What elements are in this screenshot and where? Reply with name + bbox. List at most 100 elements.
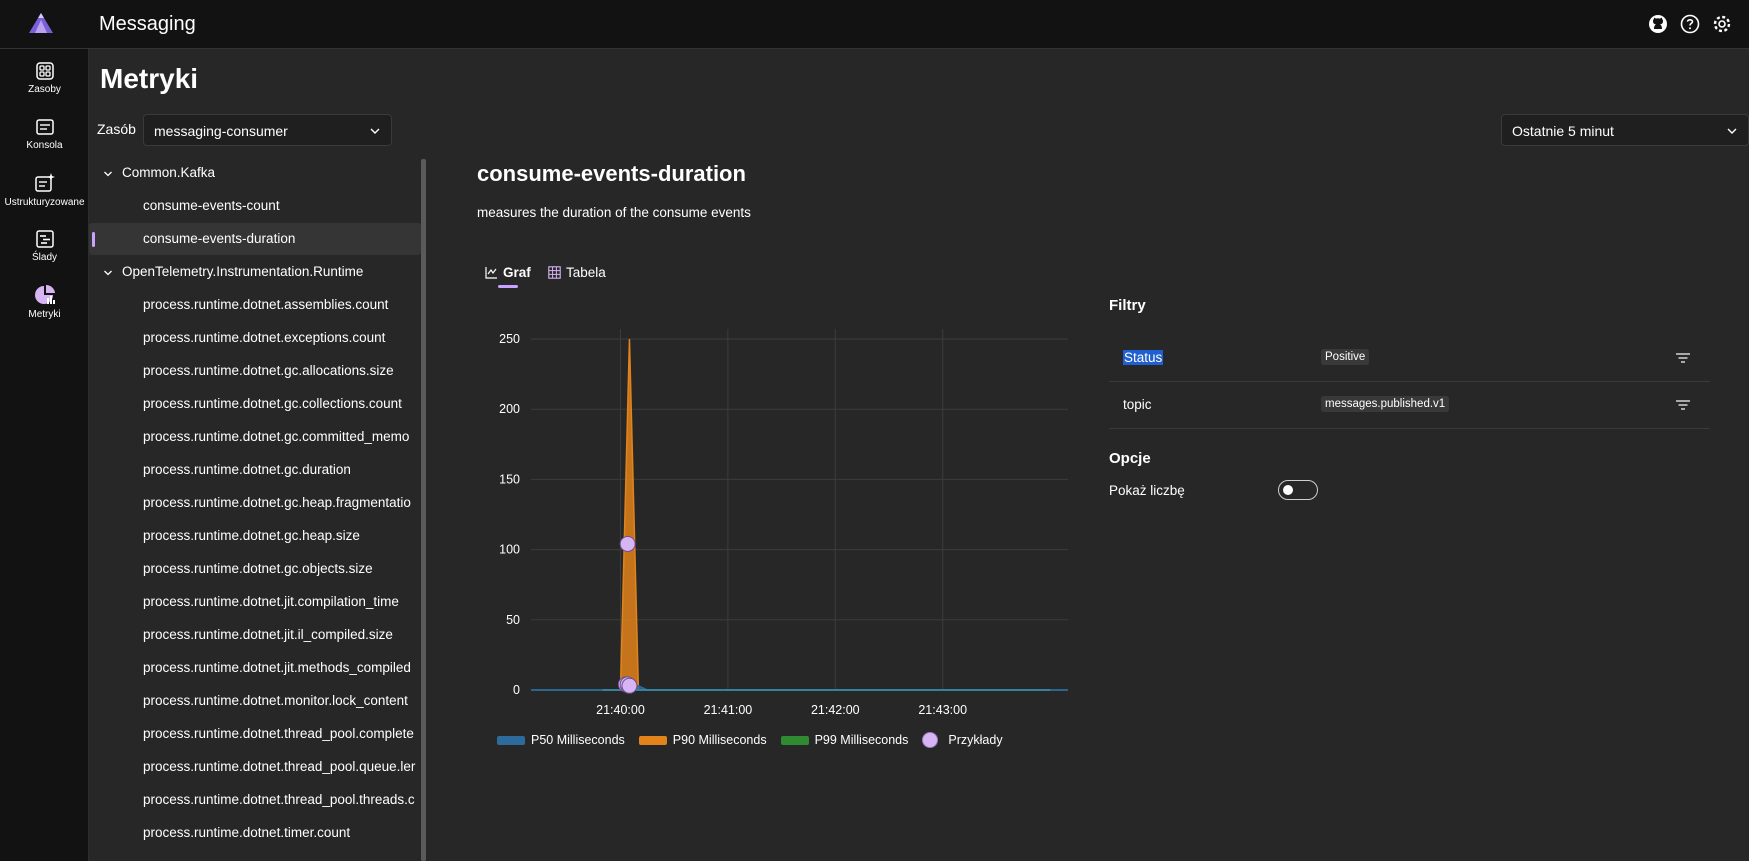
tree-item[interactable]: process.runtime.dotnet.gc.committed_memo <box>89 421 421 453</box>
tree-group-common-kafka[interactable]: Common.Kafka <box>89 157 421 189</box>
tree-item[interactable]: process.runtime.dotnet.monitor.lock_cont… <box>89 685 421 717</box>
filter-icon[interactable] <box>1676 351 1690 369</box>
tree-item[interactable]: process.runtime.dotnet.gc.objects.size <box>89 553 421 585</box>
nav-item-resources[interactable]: Zasoby <box>0 61 89 95</box>
metric-chart[interactable]: 0 50 100 150 200 250 21:40:00 21:41:00 21:42:00 2… <box>444 311 1104 731</box>
tree-item[interactable]: process.runtime.dotnet.gc.allocations.si… <box>89 355 421 387</box>
tab-table[interactable]: Tabela <box>548 265 606 280</box>
tree-item[interactable]: process.runtime.dotnet.timer.count <box>89 817 421 849</box>
console-icon <box>35 119 54 135</box>
settings-icon[interactable] <box>1711 13 1733 35</box>
nav-label: Zasoby <box>28 84 61 95</box>
options-title: Opcje <box>1109 450 1151 467</box>
filter-row[interactable]: topic messages.published.v1 <box>1109 382 1710 429</box>
nav-item-console[interactable]: Konsola <box>0 117 89 151</box>
github-icon[interactable] <box>1647 13 1669 35</box>
resources-icon <box>35 62 54 80</box>
series-area-p50 <box>602 683 1051 691</box>
chevron-down-icon <box>103 167 113 182</box>
filter-icon[interactable] <box>1676 398 1690 416</box>
tree-item-label: process.runtime.dotnet.thread_pool.queue… <box>143 759 416 774</box>
series-area-p90 <box>602 338 1051 691</box>
y-tick-label: 250 <box>499 332 520 346</box>
filters-title: Filtry <box>1109 297 1146 314</box>
top-bar: Messaging <box>0 0 1749 49</box>
help-icon[interactable] <box>1679 13 1701 35</box>
tree-item-label: process.runtime.dotnet.gc.objects.size <box>143 561 373 576</box>
y-tick-label: 200 <box>499 402 520 416</box>
x-tick-label: 21:40:00 <box>596 703 645 717</box>
tree-scrollbar[interactable] <box>421 159 426 861</box>
tree-item-label: process.runtime.dotnet.jit.il_compiled.s… <box>143 627 393 642</box>
chart-icon <box>485 267 497 279</box>
y-tick-label: 150 <box>499 472 520 486</box>
legend-label: P99 Milliseconds <box>814 733 909 747</box>
tab-graph[interactable]: Graf <box>485 265 531 280</box>
metrics-icon <box>34 284 55 304</box>
legend-label: P50 Milliseconds <box>531 733 625 747</box>
tree-item-label: process.runtime.dotnet.gc.committed_memo <box>143 429 410 444</box>
main-content: Metryki Zasób messaging-consumer Ostatni… <box>89 49 1749 861</box>
tree-item-label: process.runtime.dotnet.exceptions.count <box>143 330 386 345</box>
resource-select[interactable]: messaging-consumer <box>143 114 392 146</box>
filter-value: Positive <box>1321 349 1370 365</box>
traces-icon <box>35 230 54 248</box>
tree-item[interactable]: process.runtime.dotnet.thread_pool.queue… <box>89 751 421 783</box>
tree-item[interactable]: process.runtime.dotnet.thread_pool.compl… <box>89 718 421 750</box>
tree-item[interactable]: process.runtime.dotnet.exceptions.count <box>89 322 421 354</box>
show-count-toggle[interactable] <box>1278 480 1318 500</box>
show-count-label: Pokaż liczbę <box>1109 483 1185 498</box>
time-range-select[interactable]: Ostatnie 5 minut <box>1501 114 1749 146</box>
legend-item-exemplars[interactable]: Przykłady <box>922 732 1003 748</box>
legend-item-p99[interactable]: P99 Milliseconds <box>780 733 909 747</box>
tree-item[interactable]: process.runtime.dotnet.thread_pool.threa… <box>89 784 421 816</box>
tree-item[interactable]: process.runtime.dotnet.jit.compilation_t… <box>89 586 421 618</box>
nav-label: Ustrukturyzowane <box>4 197 85 208</box>
chevron-down-icon <box>1726 124 1738 140</box>
tab-label: Tabela <box>566 265 606 280</box>
chevron-down-icon <box>103 266 113 281</box>
metrics-tree: Common.Kafka consume-events-count consum… <box>89 157 421 861</box>
tree-item-selected[interactable]: consume-events-duration <box>89 223 421 255</box>
legend-item-p90[interactable]: P90 Milliseconds <box>638 733 767 747</box>
tab-label: Graf <box>503 265 531 280</box>
x-tick-label: 21:43:00 <box>918 703 967 717</box>
tree-item[interactable]: process.runtime.dotnet.gc.heap.size <box>89 520 421 552</box>
tree-item-label: process.runtime.dotnet.gc.heap.fragmenta… <box>143 495 411 510</box>
legend-swatch <box>922 732 939 748</box>
exemplar-point <box>621 677 638 694</box>
nav-item-structured[interactable]: Ustrukturyzowane <box>0 172 89 208</box>
tree-group-runtime[interactable]: OpenTelemetry.Instrumentation.Runtime <box>89 256 421 288</box>
tree-item[interactable]: process.runtime.dotnet.jit.methods_compi… <box>89 652 421 684</box>
tree-item-label: process.runtime.dotnet.gc.duration <box>143 462 351 477</box>
toggle-knob <box>1283 485 1293 495</box>
metric-description: measures the duration of the consume eve… <box>477 205 751 220</box>
app-title: Messaging <box>99 13 196 35</box>
tree-item[interactable]: consume-events-count <box>89 190 421 222</box>
side-nav: Zasoby Konsola Ustrukturyzowane Ślady Me… <box>0 49 89 861</box>
y-tick-label: 50 <box>506 613 520 627</box>
tree-item-label: process.runtime.dotnet.timer.count <box>143 825 351 840</box>
legend-label: P90 Milliseconds <box>672 733 767 747</box>
tree-item-label: process.runtime.dotnet.gc.heap.size <box>143 528 360 543</box>
tree-item[interactable]: process.runtime.dotnet.assemblies.count <box>89 289 421 321</box>
tree-item-label: process.runtime.dotnet.thread_pool.threa… <box>143 792 415 807</box>
tree-item[interactable]: process.runtime.dotnet.jit.il_compiled.s… <box>89 619 421 651</box>
tree-item[interactable]: process.runtime.dotnet.gc.duration <box>89 454 421 486</box>
tree-item[interactable]: process.runtime.dotnet.gc.heap.fragmenta… <box>89 487 421 519</box>
nav-item-traces[interactable]: Ślady <box>0 229 89 263</box>
chart-legend: P50 Milliseconds P90 Milliseconds P99 Mi… <box>497 732 1005 748</box>
tree-group-label: Common.Kafka <box>122 165 216 180</box>
tree-item-label: process.runtime.dotnet.gc.collections.co… <box>143 396 402 411</box>
filter-row[interactable]: Status Positive <box>1109 335 1710 382</box>
page-title: Metryki <box>100 63 199 94</box>
legend-item-p50[interactable]: P50 Milliseconds <box>497 733 625 747</box>
tree-item-label: process.runtime.dotnet.jit.compilation_t… <box>143 594 399 609</box>
nav-label: Ślady <box>31 252 57 263</box>
metric-title: consume-events-duration <box>477 161 746 186</box>
legend-label: Przykłady <box>948 733 1003 747</box>
nav-item-metrics[interactable]: Metryki <box>0 284 89 320</box>
app-logo-icon[interactable] <box>28 12 54 39</box>
table-icon <box>548 266 561 279</box>
tree-item[interactable]: process.runtime.dotnet.gc.collections.co… <box>89 388 421 420</box>
